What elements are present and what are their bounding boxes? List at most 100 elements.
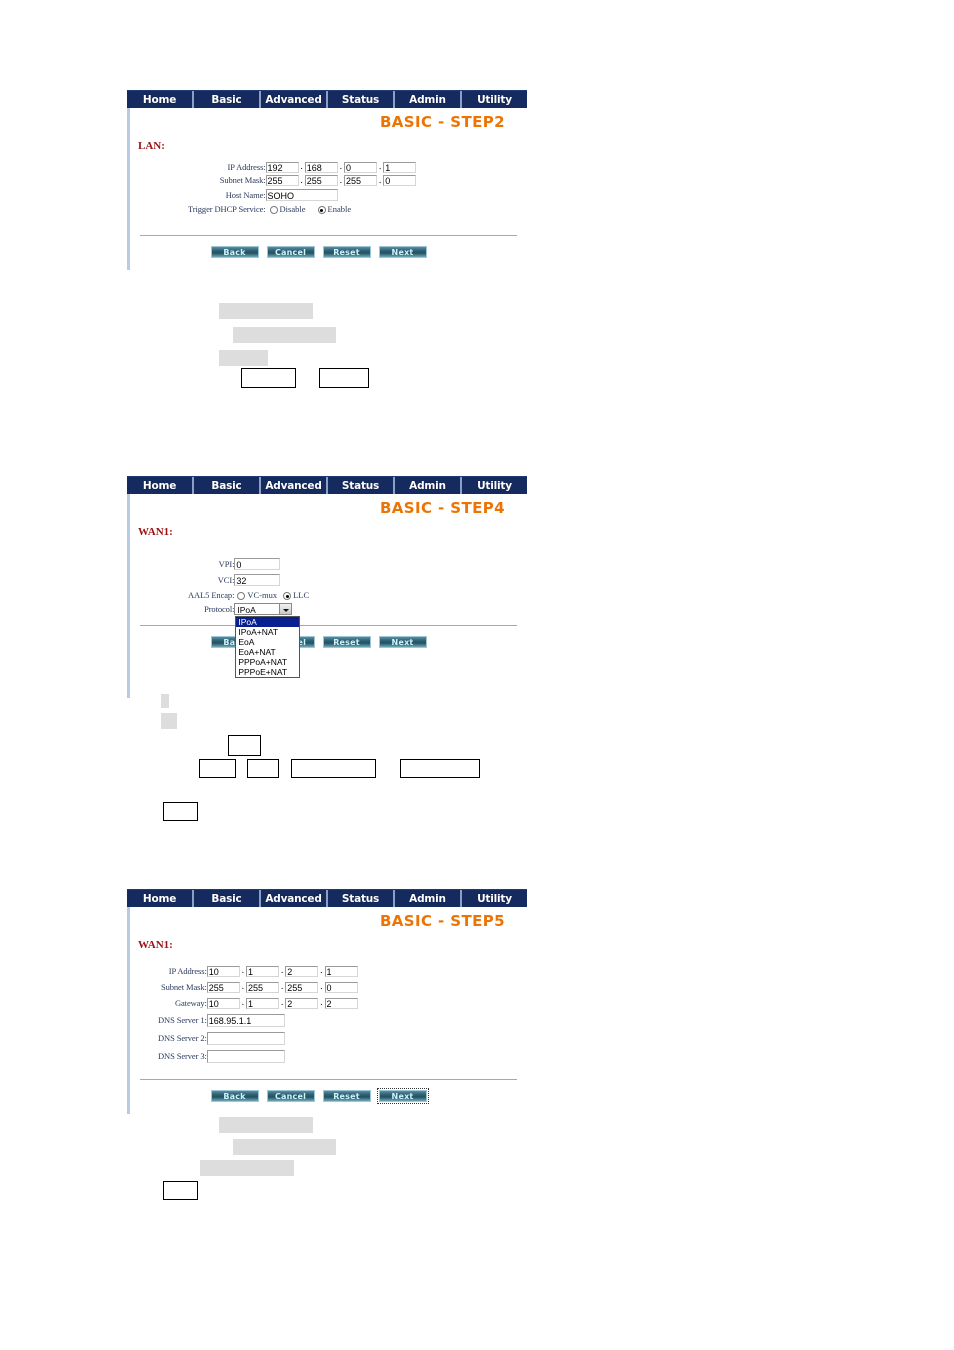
cancel-button[interactable]: Cancel: [266, 1090, 315, 1102]
protocol-option-ipoa-nat[interactable]: IPoA+NAT: [236, 627, 299, 637]
vpi-input[interactable]: 0: [234, 558, 281, 571]
step5-form: IP Address: 10. 1. 2. 1 Subnet Mask: 255. 25…: [130, 951, 527, 1065]
page-title: BASIC - STEP4: [379, 499, 505, 517]
aal5-llc-radio[interactable]: [283, 592, 292, 601]
field-row-gateway: Gateway: 10. 1. 2. 2: [158, 995, 358, 1011]
redacted-text-block: [233, 327, 336, 343]
nav-item-status[interactable]: Status: [328, 890, 395, 907]
dns-server-3-input[interactable]: [206, 1049, 285, 1063]
dhcp-label: Trigger DHCP Service:: [188, 204, 266, 215]
back-button[interactable]: Back: [210, 1090, 259, 1102]
reset-button[interactable]: Reset: [322, 1090, 371, 1102]
field-row-dns2: DNS Server 2:: [158, 1029, 358, 1047]
basic-step4-panel: Home Basic Advanced Status Admin Utility…: [127, 476, 527, 699]
redacted-outline-block: [400, 759, 480, 778]
nav-item-advanced[interactable]: Advanced: [261, 91, 328, 108]
next-button[interactable]: Next: [378, 246, 427, 259]
chevron-down-icon[interactable]: [279, 604, 292, 615]
gateway-octet-1[interactable]: 10: [206, 997, 240, 1009]
protocol-select[interactable]: IPoA IPoA IPoA+NAT EoA EoA+NAT PPPoA+NAT…: [234, 603, 301, 679]
gateway-octet-2[interactable]: 1: [246, 997, 279, 1009]
nav-item-advanced[interactable]: Advanced: [261, 890, 328, 907]
step4-body: BASIC - STEP4 WAN1: VPI: 0 VCI: 32 AAL5 …: [127, 494, 527, 699]
redacted-outline-block: [241, 368, 296, 388]
page-title: BASIC - STEP5: [379, 912, 505, 930]
subnet-mask-octet-3[interactable]: 255: [285, 981, 319, 993]
aal5-llc-label: LLC: [293, 589, 310, 600]
step4-form: VPI: 0 VCI: 32 AAL5 Encap: VC-mux LLC Pro…: [130, 538, 527, 679]
next-button[interactable]: Next: [378, 636, 427, 649]
ip-address-octet-4[interactable]: 1: [324, 965, 358, 977]
aal5-encap-label: AAL5 Encap:: [188, 590, 235, 600]
redacted-text-block: [200, 1160, 294, 1176]
dns-server-3-label: DNS Server 3:: [158, 1051, 207, 1061]
gateway-octet-3[interactable]: 2: [285, 997, 319, 1009]
ip-address-octet-1[interactable]: 192: [265, 161, 299, 173]
nav-item-advanced[interactable]: Advanced: [261, 477, 328, 494]
field-row-protocol: Protocol: IPoA IPoA IPoA+NAT EoA EoA+NAT…: [188, 602, 321, 679]
field-row-vpi: VPI: 0: [188, 556, 321, 572]
nav-item-home[interactable]: Home: [127, 91, 194, 108]
nav-item-basic[interactable]: Basic: [194, 477, 261, 494]
nav-item-basic[interactable]: Basic: [194, 890, 261, 907]
ip-address-octet-3[interactable]: 0: [344, 161, 378, 173]
next-button[interactable]: Next: [376, 1088, 429, 1104]
nav-item-basic[interactable]: Basic: [194, 91, 261, 108]
protocol-option-eoa-nat[interactable]: EoA+NAT: [236, 647, 299, 657]
nav-item-admin[interactable]: Admin: [395, 477, 462, 494]
ip-address-octet-4[interactable]: 1: [383, 161, 417, 173]
protocol-option-ipoa[interactable]: IPoA: [236, 617, 300, 628]
field-row-aal5-encap: AAL5 Encap: VC-mux LLC: [188, 588, 321, 602]
subnet-mask-octet-3[interactable]: 255: [344, 175, 378, 187]
cancel-button[interactable]: Cancel: [266, 246, 315, 259]
reset-button[interactable]: Reset: [322, 636, 371, 649]
field-row-dhcp: Trigger DHCP Service: Disable Enable: [188, 203, 416, 215]
nav-item-utility[interactable]: Utility: [462, 477, 527, 494]
primary-navigation: Home Basic Advanced Status Admin Utility: [127, 90, 527, 108]
basic-step2-panel: Home Basic Advanced Status Admin Utility…: [127, 90, 527, 271]
protocol-option-pppoe-nat[interactable]: PPPoE+NAT: [236, 667, 299, 677]
nav-item-status[interactable]: Status: [328, 477, 395, 494]
nav-item-admin[interactable]: Admin: [395, 91, 462, 108]
subnet-mask-octet-1[interactable]: 255: [265, 175, 299, 187]
subnet-mask-octet-1[interactable]: 255: [206, 981, 240, 993]
field-row-ip-address: IP Address: 192. 168. 0. 1: [188, 160, 417, 174]
back-button[interactable]: Back: [210, 246, 259, 259]
ip-address-octet-2[interactable]: 1: [246, 965, 279, 977]
subnet-mask-octet-4[interactable]: 0: [324, 981, 358, 993]
nav-item-status[interactable]: Status: [328, 91, 395, 108]
ip-address-octet-2[interactable]: 168: [304, 161, 338, 173]
redacted-text-block: [219, 1117, 313, 1133]
dns-server-1-input[interactable]: 168.95.1.1: [206, 1013, 285, 1027]
gateway-label: Gateway:: [174, 998, 207, 1008]
reset-button[interactable]: Reset: [322, 246, 371, 259]
nav-item-utility[interactable]: Utility: [462, 91, 527, 108]
nav-item-home[interactable]: Home: [127, 890, 194, 907]
protocol-options-list[interactable]: IPoA IPoA+NAT EoA EoA+NAT PPPoA+NAT PPPo…: [235, 616, 301, 679]
step4-button-row: BackCancelResetNext: [130, 626, 527, 698]
nav-item-home[interactable]: Home: [127, 477, 194, 494]
subnet-mask-octet-2[interactable]: 255: [246, 981, 279, 993]
dhcp-disable-radio[interactable]: [269, 206, 278, 215]
redacted-outline-block: [247, 759, 279, 778]
redacted-outline-block: [228, 735, 261, 756]
basic-step5-panel: Home Basic Advanced Status Admin Utility…: [127, 889, 527, 1114]
redacted-text-block: [219, 303, 313, 319]
subnet-mask-octet-2[interactable]: 255: [304, 175, 338, 187]
nav-item-utility[interactable]: Utility: [462, 890, 527, 907]
protocol-option-pppoa-nat[interactable]: PPPoA+NAT: [236, 657, 299, 667]
dhcp-enable-label: Enable: [327, 204, 352, 215]
ip-address-octet-1[interactable]: 10: [206, 965, 240, 977]
step5-body: BASIC - STEP5 WAN1: IP Address: 10. 1. 2. 1…: [127, 907, 527, 1114]
gateway-octet-4[interactable]: 2: [324, 997, 358, 1009]
subnet-mask-octet-4[interactable]: 0: [383, 175, 417, 187]
dns-server-2-input[interactable]: [206, 1031, 285, 1045]
host-name-input[interactable]: SOHO: [265, 189, 338, 202]
dhcp-enable-radio[interactable]: [317, 206, 326, 215]
vci-input[interactable]: 32: [234, 574, 281, 587]
ip-address-octet-3[interactable]: 2: [285, 965, 319, 977]
nav-item-admin[interactable]: Admin: [395, 890, 462, 907]
dns-server-2-label: DNS Server 2:: [158, 1033, 207, 1043]
protocol-option-eoa[interactable]: EoA: [236, 637, 299, 647]
aal5-vcmux-radio[interactable]: [237, 592, 246, 601]
